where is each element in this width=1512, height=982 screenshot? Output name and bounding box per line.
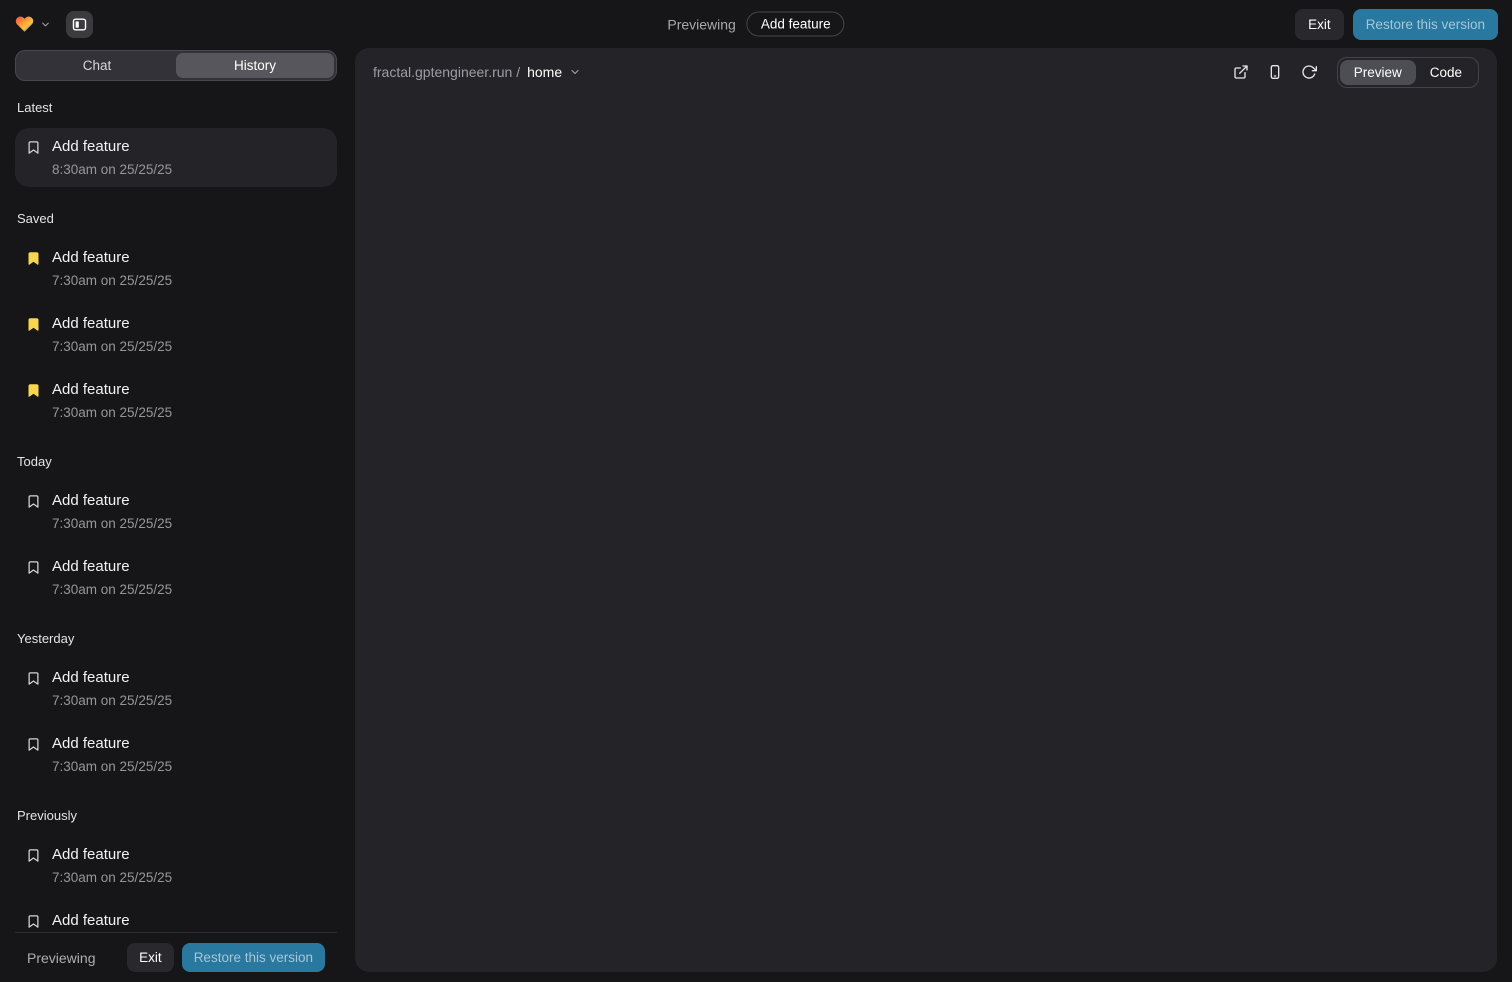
bookmark-icon xyxy=(26,560,41,575)
toggle-sidebar-button[interactable] xyxy=(66,11,93,38)
history-item-timestamp: 8:30am on 25/25/25 xyxy=(52,162,326,177)
history-item[interactable]: Add feature 7:30am on 25/25/25 xyxy=(15,239,337,298)
bookmark-icon xyxy=(26,671,41,686)
history-item-title: Add feature xyxy=(52,249,326,267)
tab-history[interactable]: History xyxy=(176,53,334,78)
view-mode-toggle: Preview Code xyxy=(1337,57,1479,88)
sidebar-tabs: Chat History xyxy=(15,50,337,81)
history-item[interactable]: Add feature 8:30am on 25/25/25 xyxy=(15,128,337,187)
preview-content[interactable] xyxy=(355,96,1497,972)
bookmark-icon xyxy=(26,737,41,752)
section-label: Previously xyxy=(17,808,335,823)
history-item-timestamp: 7:30am on 25/25/25 xyxy=(52,693,326,708)
history-item-timestamp: 7:30am on 25/25/25 xyxy=(52,870,326,885)
bookmark-saved-icon xyxy=(26,317,41,332)
history-item[interactable]: Add feature 7:30am on 25/25/25 xyxy=(15,482,337,541)
mobile-view-button[interactable] xyxy=(1261,58,1289,86)
restore-version-button[interactable]: Restore this version xyxy=(1353,9,1498,40)
tab-preview[interactable]: Preview xyxy=(1340,60,1416,85)
section-label: Yesterday xyxy=(17,631,335,646)
history-sidebar: Chat History Latest Add feature 8:30am o… xyxy=(15,48,337,982)
history-section: Latest Add feature 8:30am on 25/25/25 xyxy=(15,100,337,187)
history-item[interactable]: Add feature 7:30am on 25/25/25 xyxy=(15,659,337,718)
bookmark-icon xyxy=(26,494,41,509)
previewing-status-label: Previewing xyxy=(667,16,735,32)
chevron-down-icon xyxy=(569,66,581,78)
history-item[interactable]: Add feature 7:30am on 25/25/25 xyxy=(15,725,337,784)
history-item-title: Add feature xyxy=(52,381,326,399)
history-item-timestamp: 7:30am on 25/25/25 xyxy=(52,405,326,420)
preview-url-prefix: fractal.gptengineer.run / xyxy=(373,64,520,80)
history-item-title: Add feature xyxy=(52,558,326,576)
refresh-icon xyxy=(1301,64,1317,80)
tab-chat[interactable]: Chat xyxy=(18,53,176,78)
history-item-timestamp: 7:30am on 25/25/25 xyxy=(52,759,326,774)
history-item-title: Add feature xyxy=(52,669,326,687)
refresh-button[interactable] xyxy=(1295,58,1323,86)
history-section: Yesterday Add feature 7:30am on 25/25/25… xyxy=(15,631,337,784)
history-section: Previously Add feature 7:30am on 25/25/2… xyxy=(15,808,337,932)
topbar: Previewing Add feature Exit Restore this… xyxy=(0,0,1512,48)
history-item[interactable]: Add feature 7:30am on 25/25/25 xyxy=(15,902,337,932)
history-section: Today Add feature 7:30am on 25/25/25 Add… xyxy=(15,454,337,607)
preview-url-page: home xyxy=(527,64,562,80)
history-item-title: Add feature xyxy=(52,138,326,156)
heart-logo-icon xyxy=(14,14,35,34)
footer-previewing-label: Previewing xyxy=(27,950,119,966)
history-item-title: Add feature xyxy=(52,492,326,510)
footer-exit-button[interactable]: Exit xyxy=(127,943,174,972)
history-item-timestamp: 7:30am on 25/25/25 xyxy=(52,516,326,531)
section-label: Today xyxy=(17,454,335,469)
external-link-icon xyxy=(1233,64,1249,80)
history-item-timestamp: 7:30am on 25/25/25 xyxy=(52,582,326,597)
mobile-device-icon xyxy=(1267,64,1283,80)
app-logo-menu[interactable] xyxy=(14,14,51,34)
history-item-title: Add feature xyxy=(52,735,326,753)
bookmark-icon xyxy=(26,848,41,863)
bookmark-icon xyxy=(26,140,41,155)
preview-pane: fractal.gptengineer.run / home xyxy=(355,48,1497,972)
bookmark-saved-icon xyxy=(26,383,41,398)
history-item[interactable]: Add feature 7:30am on 25/25/25 xyxy=(15,371,337,430)
version-badge[interactable]: Add feature xyxy=(747,12,845,37)
bookmark-icon xyxy=(26,914,41,929)
panel-left-icon xyxy=(71,16,88,33)
history-item[interactable]: Add feature 7:30am on 25/25/25 xyxy=(15,305,337,364)
history-item[interactable]: Add feature 7:30am on 25/25/25 xyxy=(15,836,337,895)
tab-code[interactable]: Code xyxy=(1416,60,1476,85)
history-item-title: Add feature xyxy=(52,846,326,864)
history-item-title: Add feature xyxy=(52,315,326,333)
section-label: Saved xyxy=(17,211,335,226)
footer-restore-version-button[interactable]: Restore this version xyxy=(182,943,325,972)
exit-button[interactable]: Exit xyxy=(1295,9,1344,40)
chevron-down-icon xyxy=(40,19,51,30)
history-section: Saved Add feature 7:30am on 25/25/25 Add… xyxy=(15,211,337,430)
history-item[interactable]: Add feature 7:30am on 25/25/25 xyxy=(15,548,337,607)
history-list[interactable]: Latest Add feature 8:30am on 25/25/25 Sa… xyxy=(15,81,337,932)
history-item-timestamp: 7:30am on 25/25/25 xyxy=(52,339,326,354)
sidebar-footer: Previewing Exit Restore this version xyxy=(15,932,337,982)
preview-url-selector[interactable]: fractal.gptengineer.run / home xyxy=(373,64,581,80)
history-item-timestamp: 7:30am on 25/25/25 xyxy=(52,273,326,288)
section-label: Latest xyxy=(17,100,335,115)
history-item-title: Add feature xyxy=(52,912,326,930)
preview-pane-header: fractal.gptengineer.run / home xyxy=(355,48,1497,96)
bookmark-saved-icon xyxy=(26,251,41,266)
open-in-new-tab-button[interactable] xyxy=(1227,58,1255,86)
